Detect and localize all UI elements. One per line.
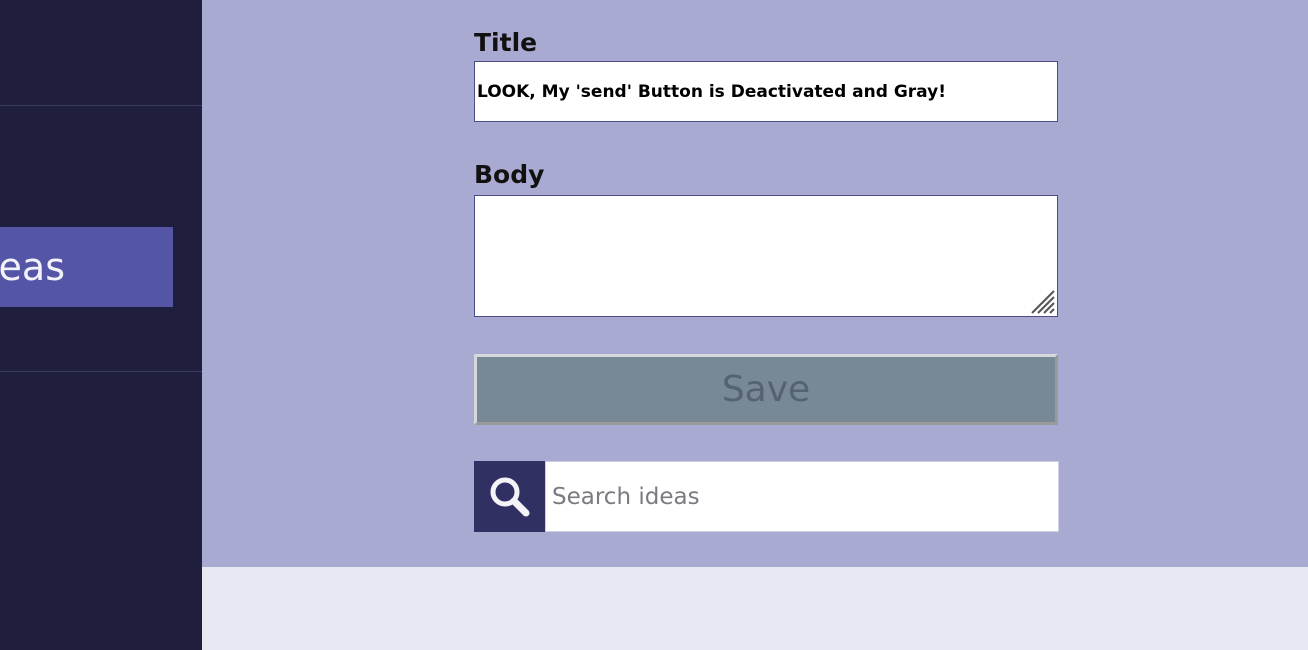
body-label: Body xyxy=(474,160,545,189)
sidebar-divider xyxy=(0,105,202,106)
sidebar-item-ideas[interactable]: Ideas xyxy=(0,227,173,307)
body-textarea[interactable] xyxy=(474,195,1058,317)
title-input[interactable] xyxy=(474,61,1058,122)
search-input[interactable] xyxy=(545,461,1059,532)
sidebar-item-label: Ideas xyxy=(0,245,65,289)
search-icon xyxy=(490,477,530,517)
save-button[interactable]: Save xyxy=(474,354,1058,425)
sidebar-divider xyxy=(0,371,202,372)
sidebar: Ideas xyxy=(0,0,202,650)
resize-handle-icon[interactable] xyxy=(1030,289,1056,315)
search-button[interactable] xyxy=(474,461,545,532)
title-label: Title xyxy=(474,28,538,57)
